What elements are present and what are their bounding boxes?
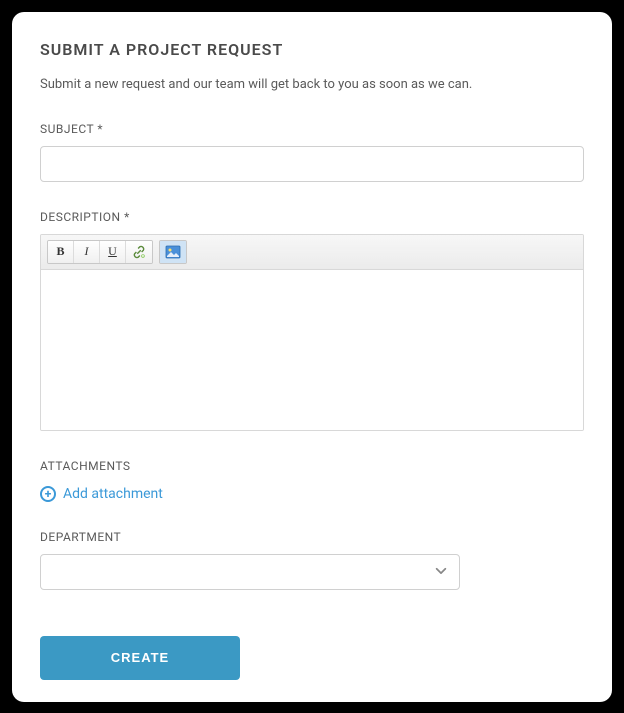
italic-icon: I — [85, 244, 89, 259]
rich-text-editor: B I U — [40, 234, 584, 431]
subject-input[interactable] — [40, 146, 584, 182]
attachments-field: ATTACHMENTS + Add attachment — [40, 459, 584, 502]
rte-underline-button[interactable]: U — [100, 241, 126, 263]
rte-bold-button[interactable]: B — [48, 241, 74, 263]
rte-link-button[interactable] — [126, 241, 152, 263]
department-field: DEPARTMENT — [40, 530, 584, 590]
link-icon — [132, 245, 146, 259]
description-input[interactable] — [41, 270, 583, 430]
department-select-wrapper — [40, 554, 460, 590]
subject-label: SUBJECT * — [40, 122, 584, 136]
underline-icon: U — [108, 244, 117, 259]
attachments-label: ATTACHMENTS — [40, 459, 584, 473]
description-field: DESCRIPTION * B I U — [40, 210, 584, 431]
rte-image-button[interactable] — [160, 241, 186, 263]
page-subtitle: Submit a new request and our team will g… — [40, 77, 584, 92]
image-icon — [165, 245, 181, 259]
rte-media-group — [159, 240, 187, 264]
department-select[interactable] — [40, 554, 460, 590]
create-button[interactable]: CREATE — [40, 636, 240, 680]
description-label: DESCRIPTION * — [40, 210, 584, 224]
add-attachment-label: Add attachment — [63, 486, 163, 502]
rte-toolbar: B I U — [41, 235, 583, 270]
subject-field: SUBJECT * — [40, 122, 584, 182]
rte-text-format-group: B I U — [47, 240, 153, 264]
add-attachment-button[interactable]: + Add attachment — [40, 486, 163, 502]
rte-italic-button[interactable]: I — [74, 241, 100, 263]
page-title: SUBMIT A PROJECT REQUEST — [40, 40, 584, 59]
department-label: DEPARTMENT — [40, 530, 584, 544]
plus-circle-icon: + — [40, 486, 56, 502]
form-card: SUBMIT A PROJECT REQUEST Submit a new re… — [12, 12, 612, 702]
bold-icon: B — [56, 244, 64, 259]
